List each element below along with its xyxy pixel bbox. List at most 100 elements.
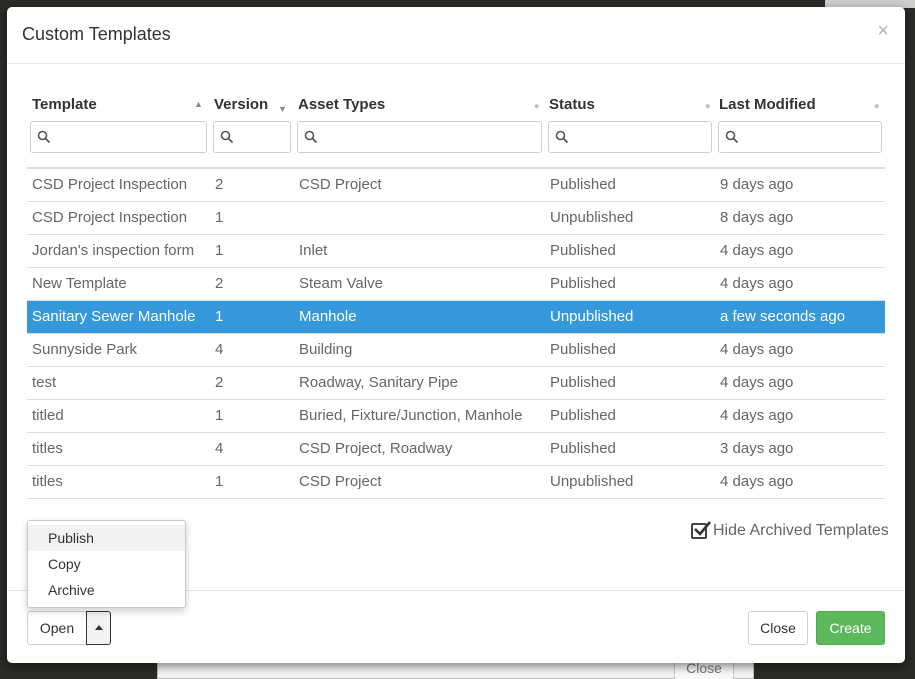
cell-status: Published xyxy=(550,275,616,292)
menu-item-archive[interactable]: Archive xyxy=(28,577,185,603)
cell-status: Published xyxy=(550,341,616,358)
cell-last-modified: 4 days ago xyxy=(720,242,794,259)
search-icon xyxy=(725,130,739,144)
cell-last-modified: 9 days ago xyxy=(720,176,794,193)
cell-last-modified: a few seconds ago xyxy=(720,308,846,325)
version-filter-input[interactable] xyxy=(236,124,290,152)
close-button[interactable]: Close xyxy=(748,611,808,645)
cell-template: Jordan's inspection form xyxy=(32,242,195,259)
cell-last-modified: 8 days ago xyxy=(720,209,794,226)
sort-both-icon[interactable]: ◆ xyxy=(534,102,539,111)
hide-archived-checkbox[interactable] xyxy=(691,521,711,539)
column-header-template[interactable]: Template xyxy=(32,94,97,124)
menu-item-publish[interactable]: Publish xyxy=(28,525,185,551)
cell-template: titles xyxy=(32,440,63,457)
sort-asc-icon[interactable]: ▲ xyxy=(194,100,203,109)
cell-version: 1 xyxy=(215,209,224,226)
search-icon xyxy=(555,130,569,144)
cell-version: 1 xyxy=(215,308,224,325)
cell-status: Unpublished xyxy=(550,209,634,226)
cell-asset-types: Inlet xyxy=(299,242,328,259)
cell-template: titles xyxy=(32,473,63,490)
cell-status: Published xyxy=(550,407,616,424)
table-row[interactable]: Jordan's inspection form 1 Inlet Publish… xyxy=(27,235,885,268)
cell-status: Published xyxy=(550,242,616,259)
last-modified-filter[interactable] xyxy=(718,121,882,153)
sort-both-icon[interactable]: ◆ xyxy=(705,102,710,111)
cell-last-modified: 4 days ago xyxy=(720,275,794,292)
cell-template: test xyxy=(32,374,57,391)
table-row[interactable]: titles 1 CSD Project Unpublished 4 days … xyxy=(27,466,885,499)
cell-template: Sanitary Sewer Manhole xyxy=(32,308,196,325)
cell-version: 1 xyxy=(215,242,224,259)
cell-version: 4 xyxy=(215,440,224,457)
cell-last-modified: 4 days ago xyxy=(720,374,794,391)
column-header-asset-types[interactable]: Asset Types xyxy=(298,94,385,124)
template-filter-input[interactable] xyxy=(53,124,206,152)
open-button[interactable]: Open xyxy=(27,611,87,645)
caret-up-icon xyxy=(95,625,103,630)
cell-asset-types: Building xyxy=(299,341,353,358)
cell-version: 2 xyxy=(215,374,224,391)
open-options-toggle[interactable] xyxy=(86,611,111,645)
cell-status: Unpublished xyxy=(550,308,634,325)
cell-template: CSD Project Inspection xyxy=(32,176,188,193)
cell-asset-types: Manhole xyxy=(299,308,357,325)
hide-archived-toggle[interactable]: Hide Archived Templates xyxy=(691,521,889,540)
cell-asset-types: CSD Project xyxy=(299,176,382,193)
cell-version: 2 xyxy=(215,176,224,193)
cell-last-modified: 4 days ago xyxy=(720,407,794,424)
cell-template: Sunnyside Park xyxy=(32,341,138,358)
status-filter[interactable] xyxy=(548,121,712,153)
cell-version: 4 xyxy=(215,341,224,358)
sort-both-icon[interactable]: ◆ xyxy=(874,102,879,111)
cell-version: 1 xyxy=(215,407,224,424)
cell-asset-types: Roadway, Sanitary Pipe xyxy=(299,374,458,391)
create-button[interactable]: Create xyxy=(816,611,885,645)
table-row[interactable]: titles 4 CSD Project, Roadway Published … xyxy=(27,433,885,466)
cell-asset-types: Buried, Fixture/Junction, Manhole xyxy=(299,407,523,424)
modal-title: Custom Templates xyxy=(22,24,171,44)
template-filter[interactable] xyxy=(30,121,207,153)
table-header: Template ▲ Version ▼ Asset Types ◆ Statu… xyxy=(27,94,885,124)
cell-status: Published xyxy=(550,440,616,457)
table-row[interactable]: Sunnyside Park 4 Building Published 4 da… xyxy=(27,334,885,367)
column-header-status[interactable]: Status xyxy=(549,94,595,124)
cell-last-modified: 4 days ago xyxy=(720,341,794,358)
menu-item-copy[interactable]: Copy xyxy=(28,551,185,577)
table-row-selected[interactable]: Sanitary Sewer Manhole 1 Manhole Unpubli… xyxy=(27,301,885,334)
close-icon[interactable]: × xyxy=(877,21,889,41)
sort-desc-icon[interactable]: ▼ xyxy=(278,105,287,114)
asset-types-filter[interactable] xyxy=(297,121,542,153)
open-options-menu: Publish Copy Archive xyxy=(27,520,186,608)
cell-template: titled xyxy=(32,407,64,424)
table-body: CSD Project Inspection 2 CSD Project Pub… xyxy=(27,167,885,499)
table-row[interactable]: CSD Project Inspection 2 CSD Project Pub… xyxy=(27,169,885,202)
table-row[interactable]: titled 1 Buried, Fixture/Junction, Manho… xyxy=(27,400,885,433)
table-row[interactable]: New Template 2 Steam Valve Published 4 d… xyxy=(27,268,885,301)
cell-template: New Template xyxy=(32,275,127,292)
templates-table: Template ▲ Version ▼ Asset Types ◆ Statu… xyxy=(27,94,885,499)
version-filter[interactable] xyxy=(213,121,291,153)
cell-template: CSD Project Inspection xyxy=(32,209,188,226)
cell-status: Unpublished xyxy=(550,473,634,490)
table-row[interactable]: test 2 Roadway, Sanitary Pipe Published … xyxy=(27,367,885,400)
status-filter-input[interactable] xyxy=(571,124,711,152)
cell-version: 1 xyxy=(215,473,224,490)
search-icon xyxy=(37,130,51,144)
cell-last-modified: 3 days ago xyxy=(720,440,794,457)
column-header-last-modified[interactable]: Last Modified xyxy=(719,94,816,124)
cell-asset-types: CSD Project xyxy=(299,473,382,490)
last-modified-filter-input[interactable] xyxy=(741,124,881,152)
search-icon xyxy=(304,130,318,144)
column-header-version[interactable]: Version xyxy=(214,94,268,124)
cell-asset-types: CSD Project, Roadway xyxy=(299,440,453,457)
custom-templates-modal: Custom Templates × Template ▲ Version ▼ … xyxy=(7,7,905,663)
table-row[interactable]: CSD Project Inspection 1 Unpublished 8 d… xyxy=(27,202,885,235)
cell-version: 2 xyxy=(215,275,224,292)
cell-asset-types: Steam Valve xyxy=(299,275,383,292)
hide-archived-label: Hide Archived Templates xyxy=(713,522,889,539)
asset-types-filter-input[interactable] xyxy=(320,124,541,152)
cell-status: Published xyxy=(550,374,616,391)
search-icon xyxy=(220,130,234,144)
